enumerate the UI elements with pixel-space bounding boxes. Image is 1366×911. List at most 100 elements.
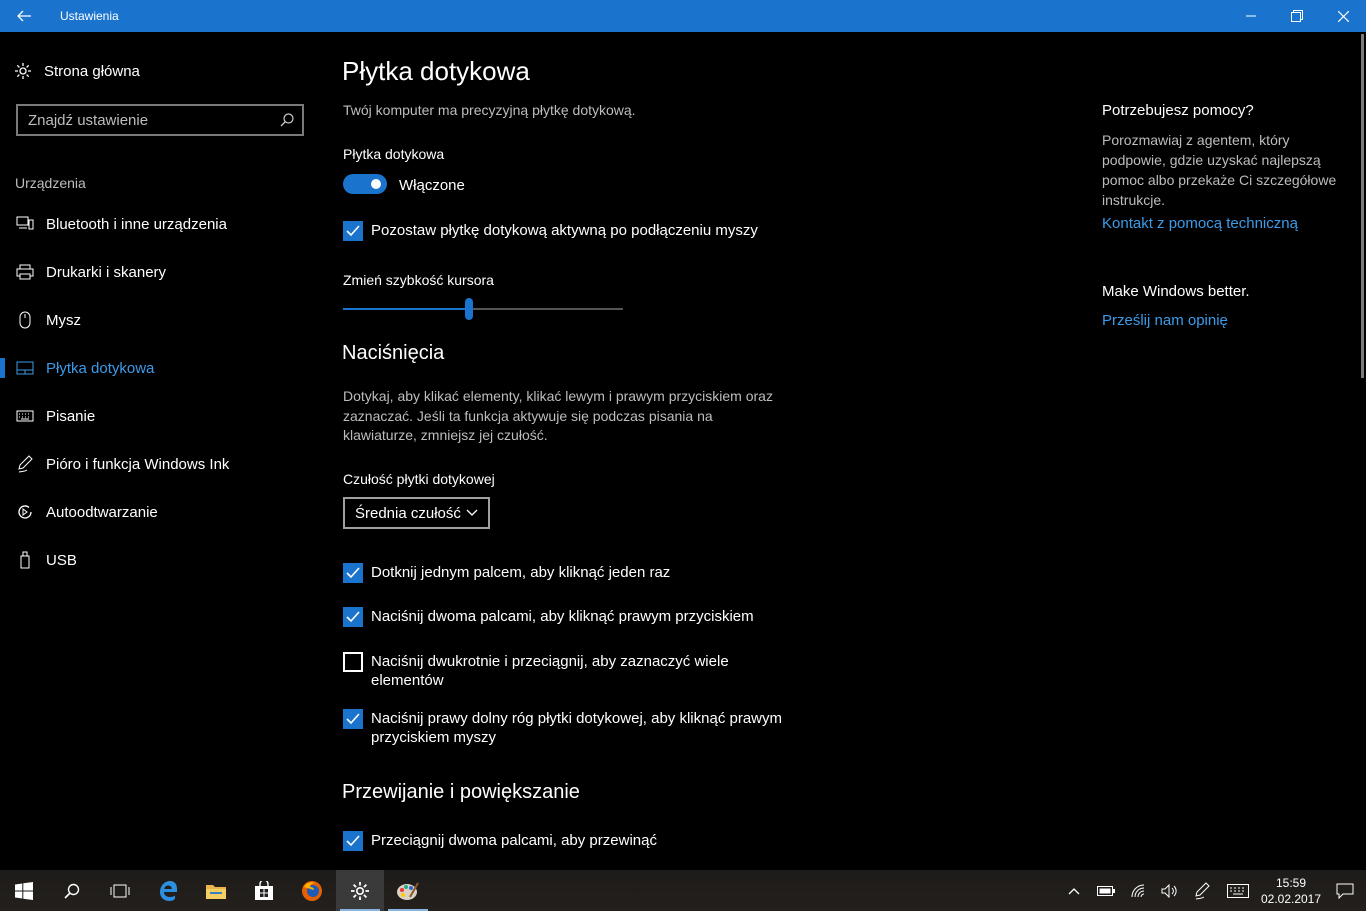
explorer-taskbar-button[interactable] [192,870,240,911]
taps-section-title: Naciśnięcia [342,342,445,364]
search-icon [64,883,80,899]
battery-icon [1097,885,1115,896]
windows-ink-button[interactable] [1186,870,1218,911]
tap-option-double-tap-drag[interactable]: Naciśnij dwukrotnie i przeciągnij, aby z… [343,652,743,690]
settings-taskbar-button[interactable] [336,870,384,911]
restore-button[interactable] [1274,0,1320,32]
sidebar-item-printers[interactable]: Drukarki i skanery [0,248,320,296]
tap-option-bottom-right-corner[interactable]: Naciśnij prawy dolny róg płytki dotykowe… [343,709,803,747]
search-input[interactable] [28,111,268,129]
chevron-down-icon [466,509,478,516]
scroll-option-two-finger[interactable]: Przeciągnij dwoma palcami, aby przewinąć [343,831,657,851]
firefox-icon [302,880,322,901]
minimize-button[interactable] [1228,0,1274,32]
usb-icon [16,551,34,569]
dropdown-value: Średnia czułość [355,504,461,522]
folder-icon [206,884,226,899]
settings-search[interactable] [16,104,304,136]
show-hidden-icons-button[interactable] [1058,870,1090,911]
two-finger-tap-checkbox[interactable] [343,607,363,627]
store-taskbar-button[interactable] [240,870,288,911]
volume-button[interactable] [1154,870,1186,911]
home-nav-item[interactable]: Strona główna [14,62,140,80]
two-finger-scroll-checkbox[interactable] [343,831,363,851]
help-title: Potrzebujesz pomocy? [1102,102,1254,119]
minimize-icon [1246,15,1256,17]
slider-thumb[interactable] [465,298,473,320]
edge-taskbar-button[interactable] [144,870,192,911]
volume-icon [1161,883,1177,898]
search-icon[interactable] [280,113,294,127]
mouse-icon [16,311,34,329]
tap-option-two-finger[interactable]: Naciśnij dwoma palcami, aby kliknąć praw… [343,607,754,627]
feedback-link[interactable]: Prześlij nam opinię [1102,312,1228,329]
clock[interactable]: 15:59 02.02.2017 [1258,875,1324,907]
scrollbar[interactable] [1361,34,1364,378]
touchpad-toggle[interactable] [343,174,387,194]
sidebar-item-usb[interactable]: USB [0,536,320,584]
system-tray: 15:59 02.02.2017 [1058,870,1366,911]
sidebar-item-label: Bluetooth i inne urządzenia [46,215,227,233]
checkmark-icon [346,611,360,623]
battery-button[interactable] [1090,870,1122,911]
paint-taskbar-button[interactable] [384,870,432,911]
task-view-button[interactable] [96,870,144,911]
bottom-right-corner-checkbox[interactable] [343,709,363,729]
touchpad-icon [16,359,34,377]
taps-description: Dotykaj, aby klikać elementy, klikać lew… [343,388,773,443]
tap-option-single-finger[interactable]: Dotknij jednym palcem, aby kliknąć jeden… [343,563,670,583]
sidebar-item-label: Pisanie [46,407,96,425]
cursor-speed-label: Zmień szybkość kursora [343,272,494,288]
checkbox-label: Naciśnij dwoma palcami, aby kliknąć praw… [371,608,754,625]
home-label: Strona główna [44,62,140,80]
firefox-taskbar-button[interactable] [288,870,336,911]
sidebar-section-label: Urządzenia [15,175,86,191]
wifi-icon [1131,884,1145,897]
page-title: Płytka dotykowa [342,56,530,86]
feedback-title: Make Windows better. [1102,283,1250,300]
checkbox-label: Pozostaw płytkę dotykową aktywną po podł… [371,222,758,239]
cursor-speed-slider[interactable] [343,298,623,320]
leave-touchpad-on-checkbox[interactable] [343,221,363,241]
notification-icon [1336,883,1354,899]
slider-fill [343,308,469,310]
single-finger-tap-checkbox[interactable] [343,563,363,583]
support-link[interactable]: Kontakt z pomocą techniczną [1102,215,1298,232]
sidebar-item-label: Mysz [46,311,81,329]
chevron-up-icon [1068,887,1080,894]
main-content: Płytka dotykowa Twój komputer ma precyzy… [342,32,1062,870]
start-button[interactable] [0,870,48,911]
checkmark-icon [346,567,360,579]
sidebar-item-label: Autoodtwarzanie [46,503,158,521]
sidebar-item-typing[interactable]: Pisanie [0,392,320,440]
sensitivity-dropdown[interactable]: Średnia czułość [343,497,490,529]
edge-icon [160,880,177,901]
action-center-button[interactable] [1324,870,1366,911]
sidebar-item-pen[interactable]: Pióro i funkcja Windows Ink [0,440,320,488]
help-text: Porozmawiaj z agentem, który podpowie, g… [1102,132,1337,208]
paint-palette-icon [397,882,419,900]
sidebar-item-label: Pióro i funkcja Windows Ink [46,455,230,473]
sidebar-item-mouse[interactable]: Mysz [0,296,320,344]
task-view-icon [110,884,130,897]
network-button[interactable] [1122,870,1154,911]
touch-keyboard-button[interactable] [1218,870,1258,911]
back-button[interactable] [0,0,48,32]
sensitivity-label: Czułość płytki dotykowej [343,471,495,487]
toggle-knob [371,179,381,189]
keyboard-icon [1227,883,1249,898]
title-bar: Ustawienia [0,0,1366,32]
printer-icon [16,263,34,281]
close-button[interactable] [1320,0,1366,32]
checkbox-label: Naciśnij dwukrotnie i przeciągnij, aby z… [371,653,729,689]
sidebar: Strona główna Urządzenia Bluetooth i inn… [0,32,320,870]
windows-logo-icon [15,881,33,900]
sidebar-item-bluetooth[interactable]: Bluetooth i inne urządzenia [0,200,320,248]
sidebar-item-autoplay[interactable]: Autoodtwarzanie [0,488,320,536]
double-tap-drag-checkbox[interactable] [343,652,363,672]
page-subtitle: Twój komputer ma precyzyjną płytkę dotyk… [343,102,636,118]
leave-touchpad-on-option[interactable]: Pozostaw płytkę dotykową aktywną po podł… [343,221,758,241]
sidebar-item-touchpad[interactable]: Płytka dotykowa [0,344,320,392]
restore-icon [1291,10,1303,22]
search-taskbar-button[interactable] [48,870,96,911]
